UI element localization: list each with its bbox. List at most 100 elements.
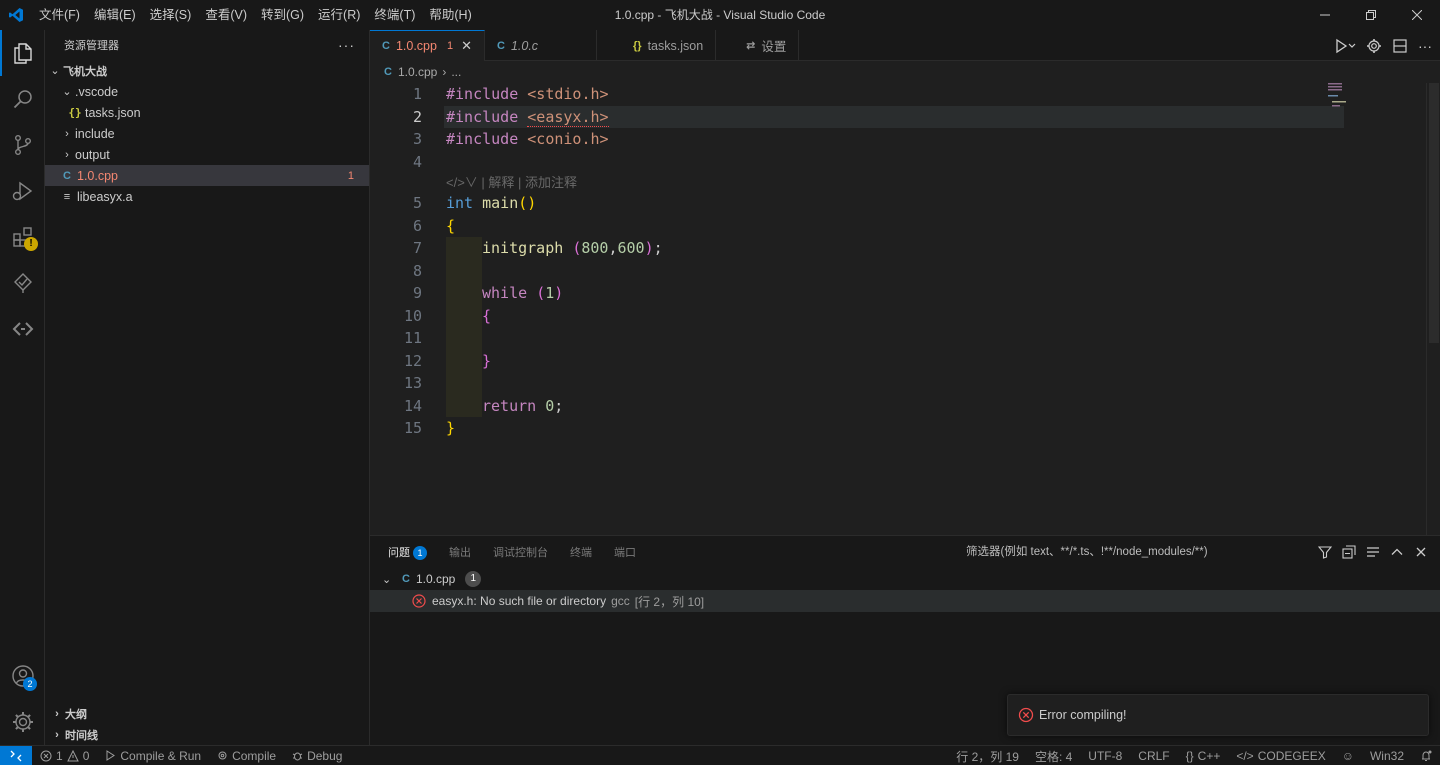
extensions-activity[interactable]: ! <box>0 214 45 260</box>
codegeex-status[interactable]: </> CODEGEEX <box>1228 749 1333 763</box>
breadcrumb-file[interactable]: 1.0.cpp <box>398 65 437 79</box>
menu-file[interactable]: 文件(F) <box>32 0 87 30</box>
remote-indicator[interactable] <box>0 745 32 765</box>
platform-status[interactable]: Win32 <box>1362 749 1412 763</box>
language-mode[interactable]: {} C++ <box>1178 749 1229 763</box>
codelens[interactable]: </>∨ | 解释 | 添加注释 <box>446 173 1346 192</box>
tree-item-1-0-cpp[interactable]: C 1.0.cpp 1 <box>45 165 369 186</box>
run-icon[interactable] <box>1334 38 1356 54</box>
tab-1-0-c[interactable]: C 1.0.c <box>485 30 597 61</box>
error-notification[interactable]: Error compiling! <box>1007 694 1429 736</box>
close-icon[interactable] <box>1414 545 1428 559</box>
workspace-folder-row[interactable]: ⌄ 飞机大战 <box>45 60 369 81</box>
line-number: 15 <box>403 419 422 437</box>
tab-1-0-cpp[interactable]: C 1.0.cpp 1 ✕ <box>370 30 485 61</box>
breadcrumb-rest[interactable]: ... <box>451 65 461 79</box>
source-control-activity[interactable] <box>0 122 45 168</box>
tree-item-libeasyx[interactable]: ≡ libeasyx.a <box>45 186 369 207</box>
copilot-icon: ☺ <box>1341 749 1354 763</box>
tree-item-include[interactable]: › include <box>45 123 369 144</box>
include-path-token: <conio.h> <box>518 130 609 148</box>
scrollbar-thumb[interactable] <box>1429 83 1439 343</box>
chevron-down-icon: ⌄ <box>382 573 392 586</box>
accounts-activity[interactable]: 2 <box>0 653 45 699</box>
tab-debug-console[interactable]: 调试控制台 <box>493 544 548 560</box>
tree-item-tasks-json[interactable]: {} tasks.json <box>45 102 369 123</box>
codelens-actions[interactable]: | 解释 | 添加注释 <box>481 175 577 190</box>
testing-activity[interactable] <box>0 260 45 306</box>
menu-help[interactable]: 帮助(H) <box>422 0 478 30</box>
more-actions-icon[interactable]: ··· <box>1418 38 1432 54</box>
restore-button[interactable] <box>1348 0 1394 30</box>
problems-status[interactable]: 1 0 <box>32 749 97 763</box>
codelens-spacer <box>370 173 426 192</box>
language-label: C++ <box>1197 749 1221 763</box>
chevron-right-icon: › <box>65 148 69 161</box>
compile-run-button[interactable]: Compile & Run <box>97 749 209 763</box>
problem-file-row[interactable]: ⌄ C 1.0.cpp 1 <box>370 568 1440 590</box>
minimap[interactable] <box>1326 83 1426 535</box>
gear-icon[interactable] <box>1366 38 1382 54</box>
end-of-line[interactable]: CRLF <box>1130 749 1177 763</box>
menu-run[interactable]: 运行(R) <box>311 0 367 30</box>
panel-actions <box>1318 536 1428 568</box>
tab-output[interactable]: 输出 <box>449 544 471 560</box>
compile-label: Compile <box>232 748 277 763</box>
problems-filter-input[interactable]: 筛选器(例如 text、**/*.ts、!**/node_modules/**) <box>966 536 1208 568</box>
json-file-icon: {} <box>633 39 642 52</box>
outline-section[interactable]: › 大纲 <box>45 703 370 724</box>
indent-guide <box>446 304 482 327</box>
code-line: initgraph (800,600); <box>446 237 1346 260</box>
indent-guide <box>446 327 482 350</box>
manage-activity[interactable] <box>0 699 45 745</box>
split-editor-icon[interactable] <box>1392 38 1408 54</box>
codegeex-activity[interactable] <box>0 306 45 352</box>
copilot-status[interactable]: ☺ <box>1334 749 1362 763</box>
function-token: main <box>473 194 519 212</box>
bracket-token: { <box>446 216 456 235</box>
explorer-activity[interactable] <box>0 30 45 76</box>
menu-view[interactable]: 查看(V) <box>198 0 254 30</box>
chevron-up-icon[interactable] <box>1390 545 1404 559</box>
search-activity[interactable] <box>0 76 45 122</box>
menu-go[interactable]: 转到(G) <box>254 0 311 30</box>
indentation[interactable]: 空格: 4 <box>1027 748 1080 765</box>
number-token: 800 <box>581 239 609 257</box>
tab-tasks-json[interactable]: {} tasks.json <box>597 30 717 61</box>
minimize-button[interactable] <box>1302 0 1348 30</box>
more-actions-button[interactable]: ··· <box>338 37 355 53</box>
tab-settings[interactable]: ⇄ 设置 <box>716 30 800 61</box>
codegeex-label: CODEGEEX <box>1257 749 1326 763</box>
cursor-position[interactable]: 行 2，列 19 <box>948 748 1027 765</box>
menu-edit[interactable]: 编辑(E) <box>87 0 143 30</box>
menu-selection[interactable]: 选择(S) <box>143 0 199 30</box>
editor-scrollbar[interactable] <box>1426 83 1440 535</box>
run-debug-activity[interactable] <box>0 168 45 214</box>
view-as-list-icon[interactable] <box>1366 545 1380 559</box>
timeline-section[interactable]: › 时间线 <box>45 724 370 745</box>
debug-button[interactable]: Debug <box>284 749 350 763</box>
problem-row[interactable]: easyx.h: No such file or directory gcc [… <box>370 590 1440 612</box>
problem-file-count: 1 <box>465 571 482 587</box>
compile-button[interactable]: Compile <box>209 749 284 763</box>
collapse-all-icon[interactable] <box>1342 545 1356 559</box>
bracket-token: } <box>482 351 492 370</box>
menu-terminal[interactable]: 终端(T) <box>367 0 422 30</box>
include-path-token: <stdio.h> <box>518 85 609 103</box>
tab-ports[interactable]: 端口 <box>614 544 636 560</box>
tree-item-vscode[interactable]: ⌄ .vscode <box>45 81 369 102</box>
code-editor[interactable]: 1 2 3 4 5 6 7 8 9 10 11 12 13 14 15 #inc… <box>370 83 1440 535</box>
filter-icon[interactable] <box>1318 545 1332 559</box>
source-control-icon <box>14 135 31 156</box>
keyword-token: return <box>482 396 537 415</box>
close-icon[interactable]: ✕ <box>461 38 472 54</box>
tab-problems[interactable]: 问题 1 <box>388 544 427 560</box>
notifications-button[interactable] <box>1412 750 1440 762</box>
codegeex-icon <box>12 322 33 336</box>
tab-terminal[interactable]: 终端 <box>570 544 592 560</box>
close-window-button[interactable] <box>1394 0 1440 30</box>
extensions-warning-badge: ! <box>24 237 38 251</box>
encoding[interactable]: UTF-8 <box>1080 749 1130 763</box>
tree-item-output[interactable]: › output <box>45 144 369 165</box>
